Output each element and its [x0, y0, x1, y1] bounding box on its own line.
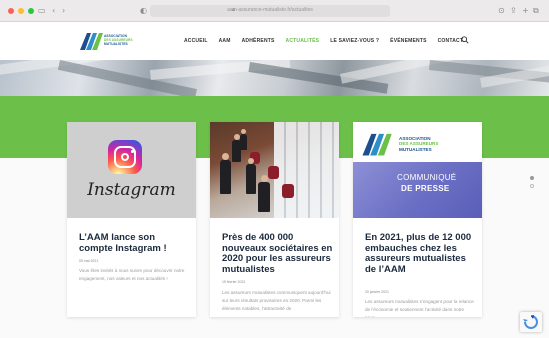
- nav-item-1[interactable]: AAM: [219, 38, 231, 44]
- pager-dot-2[interactable]: [530, 184, 534, 188]
- hero-banner-image: [0, 60, 549, 96]
- card-date: 20 janvier 2021: [365, 290, 389, 294]
- news-card-embauches[interactable]: ASSOCIATION DES ASSUREURS MUTUALISTES CO…: [353, 122, 482, 317]
- press-logo-text: ASSOCIATION DES ASSUREURS MUTUALISTES: [399, 136, 438, 152]
- card-excerpt: Vous êtes invités à nous suivre pour déc…: [79, 268, 185, 281]
- sidebar-icon[interactable]: ▭: [38, 6, 46, 16]
- slider-pager: [530, 176, 534, 192]
- back-icon[interactable]: ‹: [52, 6, 55, 16]
- pager-dot-1[interactable]: [530, 176, 534, 180]
- logo-text: ASSOCIATION DES ASSUREURS MUTUALISTES: [104, 34, 133, 46]
- logo-line-3: MUTUALISTES: [104, 42, 128, 46]
- card-date: 15 février 2021: [222, 280, 246, 284]
- card-image-press-release[interactable]: ASSOCIATION DES ASSUREURS MUTUALISTES CO…: [353, 122, 482, 218]
- press-sublabel: DE PRESSE: [401, 184, 450, 193]
- address-bar[interactable]: 🔒︎ aam-assurance-mutualiste.fr/actualite…: [150, 5, 390, 17]
- nav-item-3[interactable]: ACTUALITÉS: [286, 38, 320, 44]
- new-tab-icon[interactable]: +: [522, 6, 529, 16]
- press-logo-line-3: MUTUALISTES: [399, 146, 432, 152]
- maximize-window-button[interactable]: [28, 8, 34, 14]
- aam-logo-mark-icon: [80, 33, 103, 50]
- browser-toolbar: ▭ ‹ › ◐ 🔒︎ aam-assurance-mutualiste.fr/a…: [0, 0, 549, 22]
- instagram-icon: [108, 140, 142, 174]
- download-icon[interactable]: ⊙: [498, 6, 505, 16]
- aam-logo-mark-icon: [362, 133, 392, 156]
- card-excerpt: Les assureurs mutualistes communiquent a…: [222, 290, 331, 311]
- card-title[interactable]: En 2021, plus de 12 000 embauches chez l…: [365, 232, 477, 275]
- window-controls: [8, 8, 34, 14]
- nav-item-4[interactable]: LE SAVIEZ-VOUS ?: [330, 38, 379, 44]
- privacy-icon[interactable]: ◐: [140, 6, 147, 16]
- card-title[interactable]: Près de 400 000 nouveaux sociétaires en …: [222, 232, 334, 275]
- nav-item-5[interactable]: ÉVÉNEMENTS: [390, 38, 426, 44]
- card-title[interactable]: L’AAM lance son compte Instagram !: [79, 232, 191, 254]
- nav-item-6[interactable]: CONTACT: [438, 38, 463, 44]
- main-navigation: ACCUEIL AAM ADHÉRENTS ACTUALITÉS LE SAVIEZ-V…: [184, 38, 474, 44]
- card-excerpt: Les assureurs mutualistes s’engagent pou…: [365, 299, 474, 317]
- news-card-societaires[interactable]: Près de 400 000 nouveaux sociétaires en …: [210, 122, 339, 317]
- press-label: COMMUNIQUÉ: [397, 173, 457, 182]
- site-header: ASSOCIATION DES ASSUREURS MUTUALISTES AC…: [0, 22, 549, 60]
- recaptcha-badge[interactable]: [520, 312, 542, 332]
- news-card-instagram[interactable]: Instagram L’AAM lance son compte Instagr…: [67, 122, 196, 317]
- instagram-wordmark: Instagram: [87, 180, 176, 200]
- recaptcha-icon: [523, 315, 538, 329]
- url-text: aam-assurance-mutualiste.fr/actualites: [227, 7, 313, 13]
- search-icon[interactable]: [461, 36, 469, 44]
- card-date: 05 mai 2021: [79, 259, 99, 263]
- nav-item-0[interactable]: ACCUEIL: [184, 38, 208, 44]
- card-image-meeting-photo[interactable]: [210, 122, 339, 218]
- forward-icon[interactable]: ›: [62, 6, 65, 16]
- nav-item-2[interactable]: ADHÉRENTS: [242, 38, 275, 44]
- tabs-overview-icon[interactable]: ⧉: [533, 6, 539, 16]
- share-icon[interactable]: ⇪: [510, 6, 517, 16]
- minimize-window-button[interactable]: [18, 8, 24, 14]
- aam-logo[interactable]: ASSOCIATION DES ASSUREURS MUTUALISTES: [80, 30, 160, 52]
- card-image-instagram[interactable]: Instagram: [67, 122, 196, 218]
- close-window-button[interactable]: [8, 8, 14, 14]
